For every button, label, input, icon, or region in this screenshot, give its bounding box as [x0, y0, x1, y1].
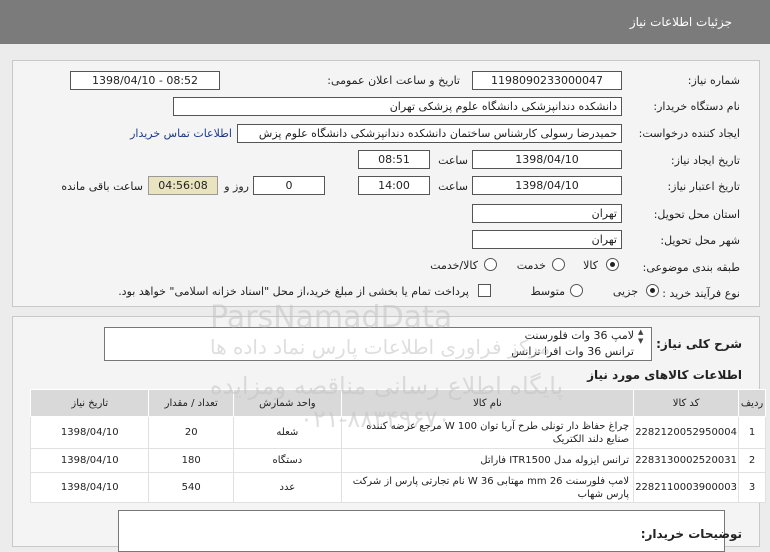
row-number: 1 — [738, 416, 766, 449]
process-small-label: جزیی — [612, 285, 638, 298]
category-label: طبقه بندی موضوعی: — [642, 261, 740, 274]
item-code: 2282110003900003 — [633, 472, 740, 503]
valid-date-field: 1398/04/10 — [472, 176, 622, 195]
treasury-payment-checkbox[interactable] — [478, 284, 491, 297]
created-time-field: 08:51 — [358, 150, 430, 169]
category-both-label: کالا/خدمت — [430, 259, 478, 272]
process-label: نوع فرآیند خرید : — [662, 287, 740, 300]
valid-date-label: تاریخ اعتبار نیاز: — [667, 180, 740, 193]
item-date: 1398/04/10 — [29, 448, 150, 473]
time-remaining-field: 04:56:08 — [148, 176, 218, 195]
process-small-radio[interactable] — [646, 284, 659, 297]
col-row-header: ردیف — [738, 389, 766, 417]
province-field: تهران — [472, 204, 622, 223]
category-service-label: خدمت — [516, 259, 546, 272]
creator-field: حمیدرضا رسولی کارشناس ساختمان دانشکده دن… — [237, 124, 622, 143]
days-label: روز و — [224, 180, 249, 193]
col-date-header: تاریخ نیاز — [29, 389, 150, 417]
buyer-notes-box — [118, 510, 725, 552]
category-both-radio[interactable] — [484, 258, 497, 271]
need-number-field: 1198090233000047 — [472, 71, 622, 90]
item-code: 2282120052950004 — [633, 416, 740, 449]
category-goods-label: کالا — [583, 259, 598, 272]
table-row: 2 2283130002520031 ترانس ایزوله مدل ITR1… — [29, 448, 766, 473]
item-date: 1398/04/10 — [29, 472, 150, 503]
category-goods-radio[interactable] — [606, 258, 619, 271]
row-number: 2 — [738, 448, 766, 473]
city-label: شهر محل تحویل: — [660, 234, 740, 247]
city-field: تهران — [472, 230, 622, 249]
watermark-brand: ParsNamadData — [210, 300, 453, 335]
watermark-tagline-2: مرکز فراوری اطلاعات پارس نماد داده ها — [210, 335, 551, 359]
item-unit: دستگاه — [232, 448, 342, 473]
treasury-payment-note: پرداخت تمام یا بخشی از مبلغ خرید،از محل … — [118, 285, 469, 298]
buyer-field: دانشکده دندانپزشکی دانشگاه علوم پزشکی ته… — [173, 97, 622, 116]
item-code: 2283130002520031 — [633, 448, 740, 473]
announce-label: تاریخ و ساعت اعلان عمومی: — [327, 74, 460, 87]
time-remaining-label: ساعت باقی مانده — [61, 180, 143, 193]
items-section-title: اطلاعات کالاهای مورد نیاز — [587, 368, 742, 382]
watermark-tagline: پایگاه اطلاع رسانی مناقصه ومزایده — [210, 372, 564, 400]
days-remaining-field: 0 — [253, 176, 325, 195]
item-name: ترانس ایزوله مدل ITR1500 فاراتل — [340, 448, 635, 473]
item-qty: 180 — [148, 448, 234, 473]
valid-time-field: 14:00 — [358, 176, 430, 195]
contact-buyer-link[interactable]: اطلاعات تماس خریدار — [130, 127, 232, 140]
table-row: 3 2282110003900003 لامپ فلورسنت 26 mm مه… — [29, 472, 766, 503]
scroll-arrows-icon[interactable]: ▲ ▼ — [638, 328, 643, 346]
watermark-phone: ۰۲۱-۸۸۳۴۹۶۷۰ — [300, 405, 451, 433]
created-time-label: ساعت — [438, 154, 468, 167]
buyer-notes-label: توضیحات خریدار: — [640, 527, 742, 541]
process-medium-radio[interactable] — [570, 284, 583, 297]
created-date-field: 1398/04/10 — [472, 150, 622, 169]
announce-field: 1398/04/10 - 08:52 — [70, 71, 220, 90]
page-header: جزئیات اطلاعات نیاز — [0, 0, 770, 44]
buyer-label: نام دستگاه خریدار: — [653, 100, 740, 113]
summary-label: شرح کلی نیاز: — [656, 337, 742, 351]
item-name: لامپ فلورسنت 26 mm مهتابی W 36 نام تجارت… — [340, 472, 635, 503]
need-number-label: شماره نیاز: — [687, 74, 740, 87]
province-label: استان محل تحویل: — [653, 208, 740, 221]
item-qty: 20 — [148, 416, 234, 449]
creator-label: ایجاد کننده درخواست: — [638, 127, 740, 140]
item-qty: 540 — [148, 472, 234, 503]
item-unit: عدد — [232, 472, 342, 503]
process-medium-label: متوسط — [530, 285, 565, 298]
valid-time-label: ساعت — [438, 180, 468, 193]
category-service-radio[interactable] — [552, 258, 565, 271]
created-date-label: تاریخ ایجاد نیاز: — [670, 154, 740, 167]
col-code-header: کد کالا — [633, 389, 740, 417]
page-title: جزئیات اطلاعات نیاز — [629, 15, 732, 29]
item-date: 1398/04/10 — [29, 416, 150, 449]
row-number: 3 — [738, 472, 766, 503]
